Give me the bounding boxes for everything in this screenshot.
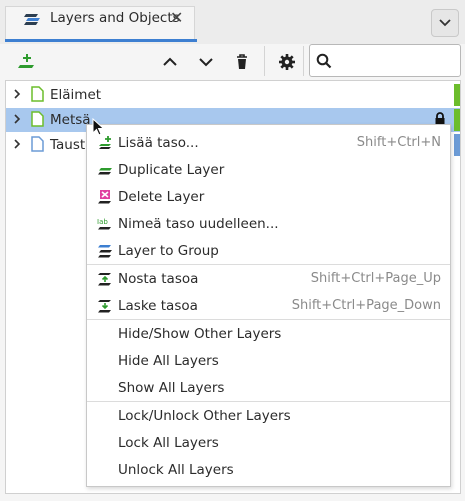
layers-icon — [24, 14, 40, 25]
close-icon[interactable]: ✕ — [170, 8, 183, 27]
menu-item-raise-layer[interactable]: Nosta tasoa Shift+Ctrl+Page_Up — [87, 266, 450, 292]
trash-icon[interactable] — [231, 51, 253, 73]
layer-name: Eläimet — [50, 87, 102, 103]
menu-item-show-all-layers[interactable]: Show All Layers — [87, 375, 450, 401]
toolbar-separator — [264, 46, 265, 76]
chevron-right-icon[interactable] — [12, 138, 22, 150]
menu-item-duplicate-layer[interactable]: Duplicate Layer — [87, 157, 450, 183]
menu-separator — [87, 264, 450, 265]
layer-context-menu: Lisää taso... Shift+Ctrl+N Duplicate Lay… — [86, 124, 451, 487]
chevron-right-icon[interactable] — [12, 113, 22, 125]
menu-item-rename-layer[interactable]: Iab Nimeä taso uudelleen... — [87, 211, 450, 237]
menu-separator — [87, 401, 450, 402]
dock-tab-bar: Layers and Objects ✕ — [0, 0, 465, 44]
layer-name: Metsä — [50, 112, 91, 128]
mouse-cursor-icon — [92, 118, 105, 136]
lower-layer-icon[interactable] — [195, 51, 217, 73]
search-icon — [316, 53, 332, 69]
rename-layer-icon: Iab — [97, 218, 111, 230]
search-field[interactable] — [309, 44, 461, 77]
menu-separator — [87, 319, 450, 320]
gear-icon[interactable] — [276, 51, 298, 73]
layer-icon — [31, 86, 44, 102]
layer-icon — [31, 136, 44, 152]
menu-item-lock-unlock-other-layers[interactable]: Lock/Unlock Other Layers — [87, 403, 450, 429]
tab-menu-button[interactable] — [431, 9, 459, 37]
duplicate-layer-icon — [98, 168, 112, 175]
lower-layer-icon — [98, 300, 111, 313]
layer-color-tag — [454, 109, 460, 131]
layers-toolbar — [0, 44, 465, 79]
raise-layer-icon — [98, 273, 111, 286]
menu-item-delete-layer[interactable]: Delete Layer — [87, 184, 450, 210]
menu-item-lock-all-layers[interactable]: Lock All Layers — [87, 430, 450, 456]
layer-color-tag — [454, 84, 460, 106]
layer-icon — [31, 111, 44, 127]
menu-item-add-layer[interactable]: Lisää taso... Shift+Ctrl+N — [87, 130, 450, 156]
menu-item-layer-to-group[interactable]: Layer to Group — [87, 238, 450, 264]
menu-item-hide-all-layers[interactable]: Hide All Layers — [87, 348, 450, 374]
active-tab-indicator — [5, 39, 197, 42]
tab-title: Layers and Objects — [50, 10, 180, 26]
chevron-right-icon[interactable] — [12, 88, 22, 100]
delete-layer-icon — [98, 190, 111, 204]
raise-layer-icon[interactable] — [159, 51, 181, 73]
layer-row-elaimet[interactable]: Eläimet — [6, 83, 460, 107]
add-layer-icon[interactable] — [16, 51, 38, 73]
menu-item-lower-layer[interactable]: Laske tasoa Shift+Ctrl+Page_Down — [87, 293, 450, 319]
menu-item-unlock-all-layers[interactable]: Unlock All Layers — [87, 457, 450, 483]
layer-color-tag — [454, 134, 460, 156]
svg-text:Iab: Iab — [97, 218, 108, 226]
toolbar-separator — [303, 46, 304, 76]
menu-item-hide-show-other-layers[interactable]: Hide/Show Other Layers — [87, 321, 450, 347]
chevron-down-icon — [439, 19, 451, 27]
layer-to-group-icon — [98, 245, 112, 258]
search-input[interactable] — [340, 50, 459, 72]
